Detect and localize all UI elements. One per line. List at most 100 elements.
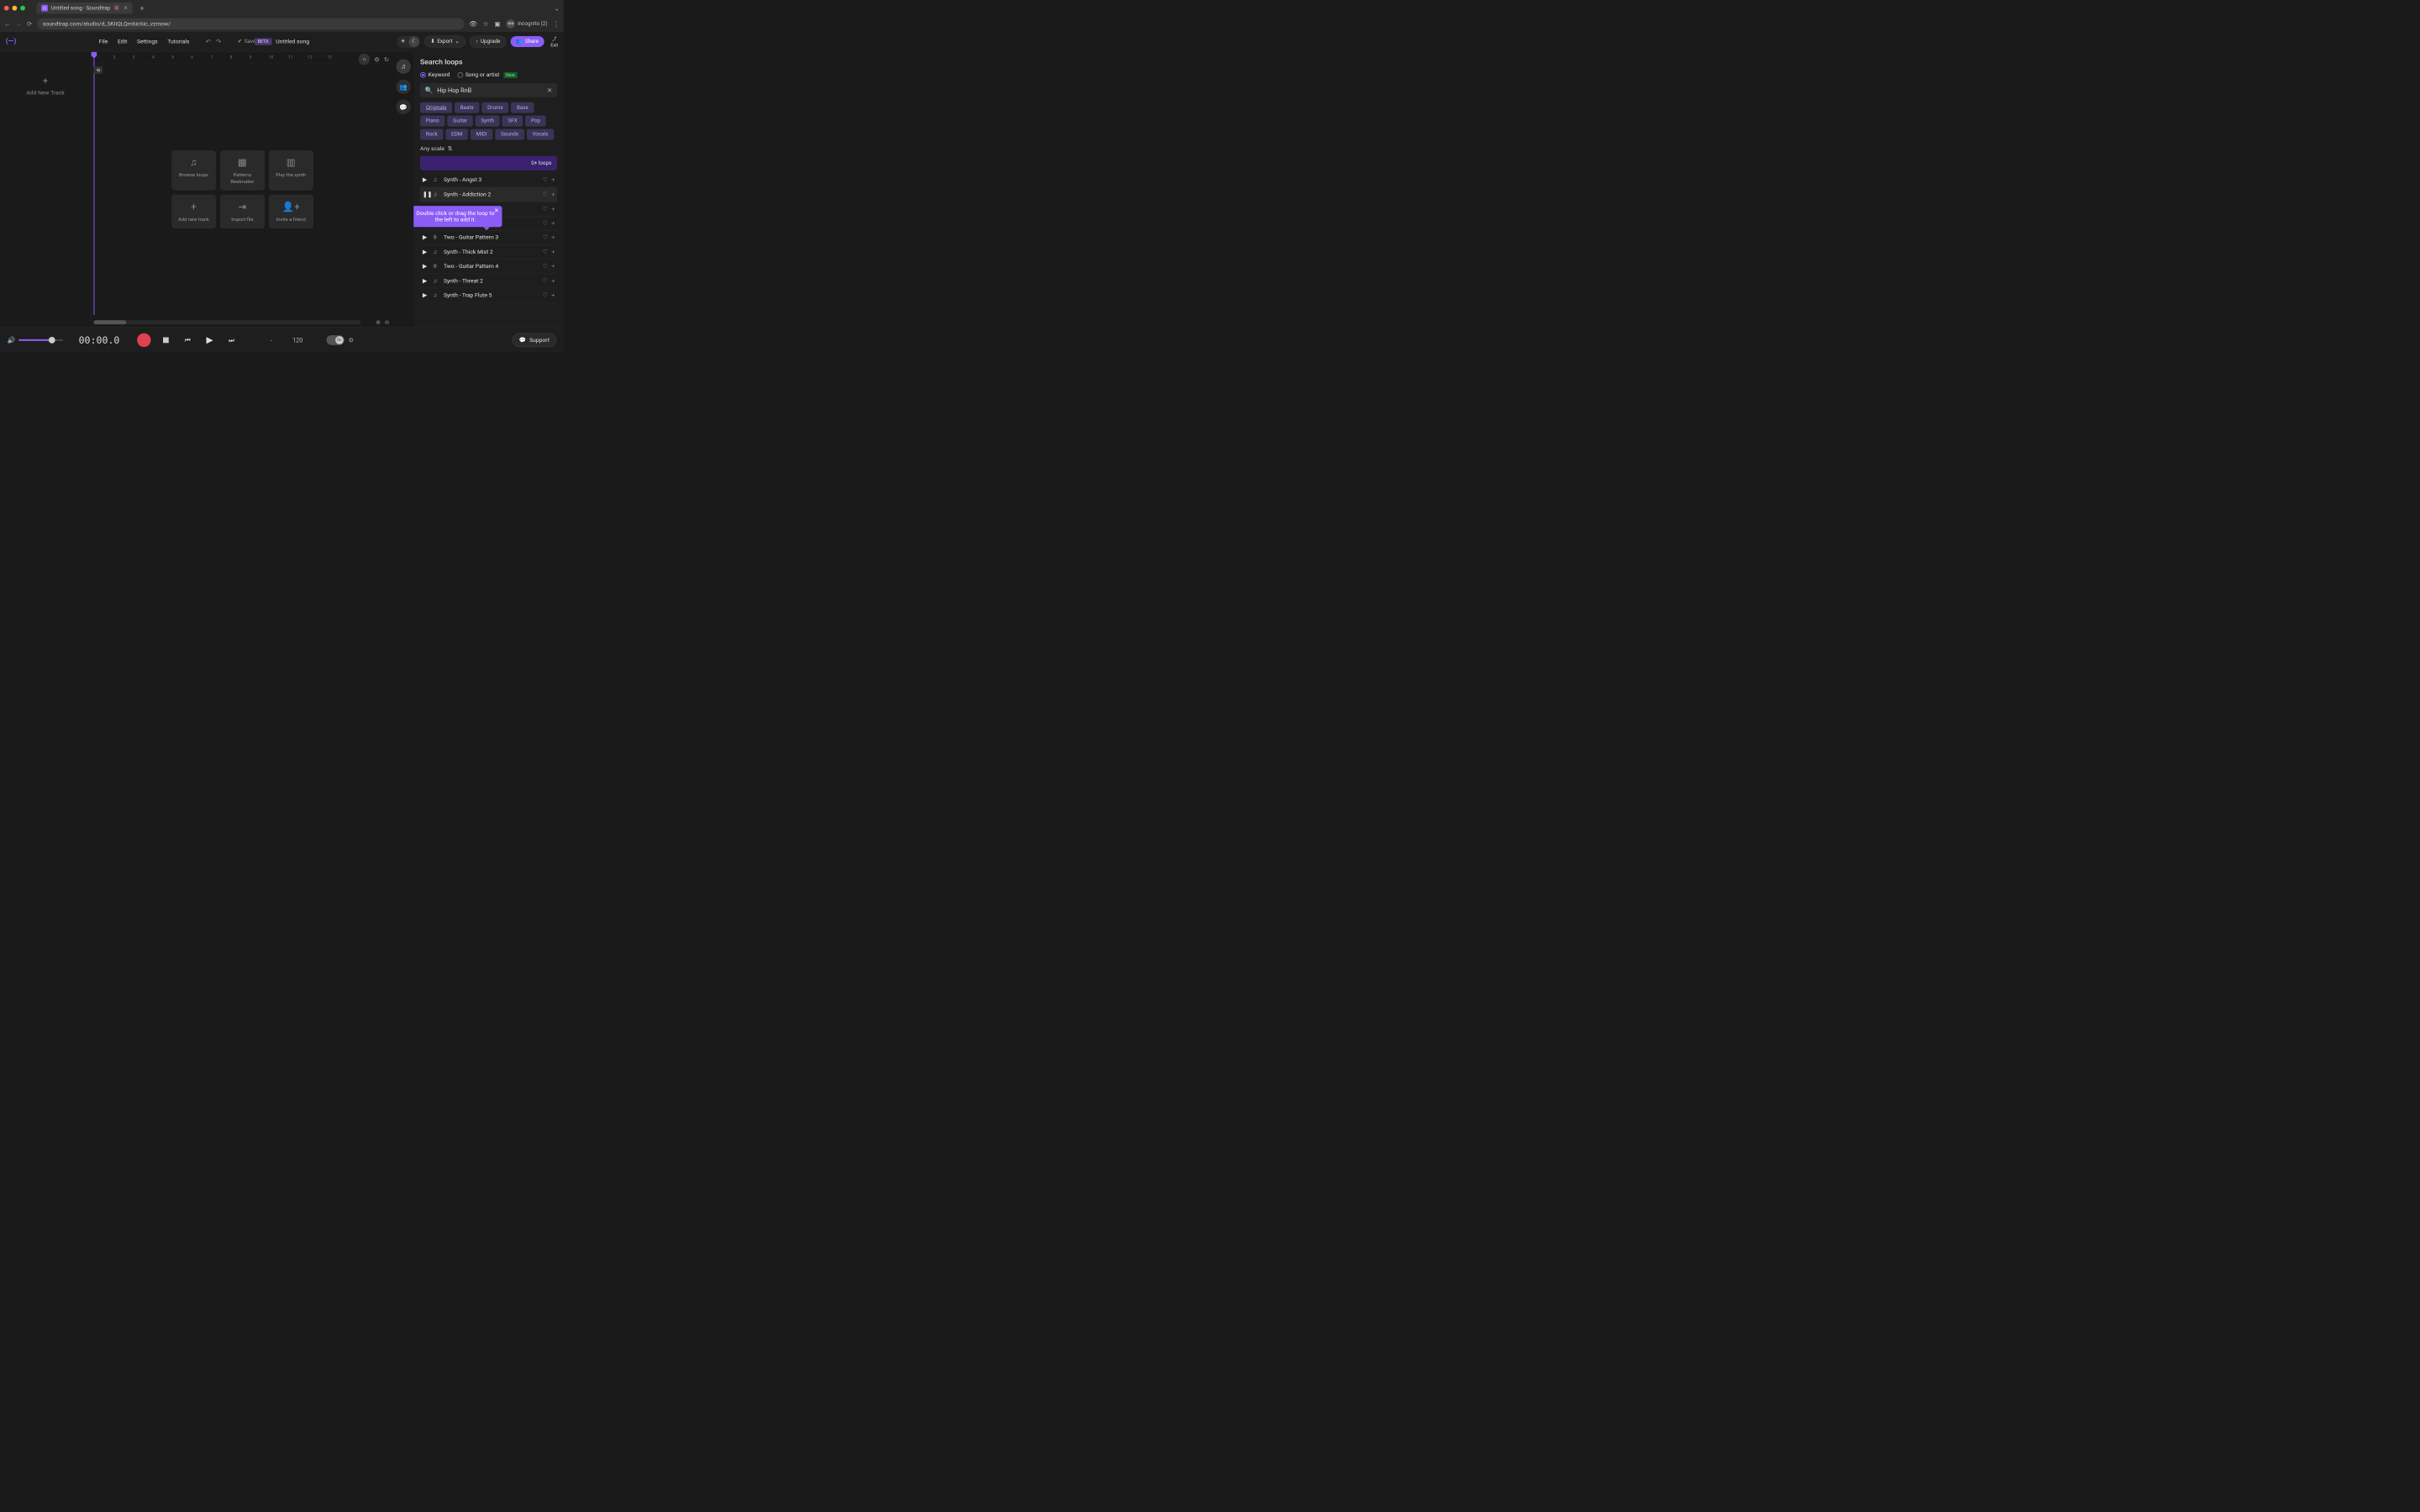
stop-button[interactable] [159,333,173,347]
favorite-icon[interactable]: ♡ [542,220,547,227]
add-loop-icon[interactable]: + [551,220,555,227]
tag-pop[interactable]: Pop [525,116,546,127]
volume-thumb[interactable] [49,337,55,344]
play-button[interactable]: ▶ [203,333,217,347]
tag-originals[interactable]: Originals [420,102,452,113]
loop-row[interactable]: ▶ ♫ Synth - Threat 2 ♡ + [420,274,557,288]
tag-rock[interactable]: Rock [420,129,443,139]
clear-search-button[interactable]: ✕ [547,87,552,94]
favorite-icon[interactable]: ♡ [542,263,547,270]
play-loop-button[interactable]: ▶ [423,234,429,241]
play-loop-button[interactable]: ▶ [423,277,429,284]
address-bar[interactable]: soundtrap.com/studio/d_5KIiQLQm6ic6ic_vz… [37,18,464,29]
keyword-radio[interactable]: Keyword [420,71,450,78]
card-import-file[interactable]: ⇥Import file [220,195,265,228]
key-display[interactable]: - [271,336,272,344]
export-button[interactable]: ⬇ Export ⌄ [424,35,466,47]
zoom-in-button[interactable]: ⊕ [376,319,381,326]
menu-edit[interactable]: Edit [118,39,127,45]
add-loop-icon[interactable]: + [551,234,555,241]
rewind-button[interactable]: ⏮ [181,333,195,347]
loop-row[interactable]: ▶ ♫ Synth - Trap Flute 5 ♡ + [420,288,557,302]
favorite-icon[interactable]: ♡ [542,206,547,213]
favorite-icon[interactable]: ♡ [542,192,547,198]
add-loop-icon[interactable]: + [551,249,555,255]
search-loops-input-wrapper[interactable]: 🔍 ✕ [420,83,557,97]
timeline-ruler[interactable]: 2345678910111213 [92,55,394,62]
pause-loop-button[interactable]: ❚❚ [423,192,429,198]
bookmark-icon[interactable]: ☆ [483,20,489,28]
tag-beats[interactable]: Beats [455,102,479,113]
redo-button[interactable]: ↷ [216,38,221,45]
tag-sounds[interactable]: Sounds [495,129,524,139]
history-icon[interactable]: ↻ [384,55,389,63]
upgrade-button[interactable]: ↑ Upgrade [470,35,507,47]
close-tooltip-button[interactable]: ✕ [494,207,499,214]
scale-select[interactable]: Any scale ⇅ [420,145,557,152]
collaborators-tab-button[interactable]: 👥 [397,80,411,94]
favorite-icon[interactable]: ♡ [542,277,547,284]
loop-row[interactable]: ▶ ⊪ Two - Guitar Pattern 3 ♡ + [420,231,557,245]
undo-button[interactable]: ↶ [206,38,211,45]
scrollbar-thumb[interactable] [93,320,126,324]
add-loop-icon[interactable]: + [551,176,555,183]
close-window[interactable] [4,6,9,11]
minimize-window[interactable] [12,6,17,11]
add-loop-icon[interactable]: + [551,263,555,270]
tag-drums[interactable]: Drums [481,102,508,113]
favorite-icon[interactable]: ♡ [542,234,547,241]
menu-tutorials[interactable]: Tutorials [167,39,189,45]
fast-forward-button[interactable]: ⏭ [224,333,239,347]
loops-tab-button[interactable]: ♫ [397,59,411,73]
dark-theme-icon[interactable]: ☾ [409,36,420,47]
timeline-scrollbar[interactable] [93,320,360,324]
new-tab-button[interactable]: + [140,4,145,13]
mute-icon[interactable]: 🔇 [113,5,120,11]
light-theme-icon[interactable]: ☀ [397,36,408,47]
maximize-window[interactable] [20,6,25,11]
tag-piano[interactable]: Piano [420,116,445,127]
app-logo[interactable]: (—) [6,37,18,47]
gear-icon[interactable]: ⚙ [348,336,354,344]
zoom-out-button[interactable]: ⊖ [385,319,390,326]
timecode[interactable]: 00:00.0 [79,334,120,346]
favorite-icon[interactable]: ♡ [542,249,547,255]
song-artist-radio[interactable]: Song or artist New [457,71,517,78]
card-invite-a-friend[interactable]: 👤+Invite a friend [269,195,313,228]
tag-sfx[interactable]: SFX [502,116,523,127]
menu-icon[interactable]: ⋮ [553,20,560,28]
card-play-the-synth[interactable]: ▥Play the synth [269,150,313,191]
volume-icon[interactable]: 🔊 [8,336,16,344]
window-controls[interactable] [4,6,25,11]
tempo-display[interactable]: 120 [292,336,302,344]
add-loop-icon[interactable]: + [551,292,555,299]
incognito-badge[interactable]: 🕶 Incognito (2) [506,19,547,29]
loop-region-toggle[interactable]: ⟲ [93,66,103,74]
record-button[interactable] [137,333,151,347]
card-patterns-beatmaker[interactable]: ▦Patterns Beatmaker [220,150,265,191]
browser-tab[interactable]: (-) Untitled song - Soundtrap 🔇 ✕ [36,3,132,14]
theme-toggle[interactable]: ☀ ☾ [397,35,420,47]
loop-row[interactable]: ❚❚ ♫ Synth - Addiction 2 ♡ + [420,187,557,202]
tag-synth[interactable]: Synth [476,116,500,127]
volume-slider[interactable] [18,339,63,341]
play-loop-button[interactable]: ▶ [423,249,429,255]
reload-button[interactable]: ⟳ [27,20,32,28]
support-button[interactable]: 💬 Support [513,333,557,346]
settings-icon[interactable]: ⚙ [374,55,380,63]
metronome-toggle[interactable]: On [326,335,344,345]
song-title[interactable]: Untitled song [276,39,309,45]
play-loop-button[interactable]: ▶ [423,292,429,299]
menu-settings[interactable]: Settings [137,39,158,45]
share-button[interactable]: 👥 Share [510,36,544,47]
chevron-down-icon[interactable]: ⌄ [555,4,560,12]
tag-vocals[interactable]: Vocals [527,129,554,139]
add-new-track-button[interactable]: + Add New Track [26,76,64,97]
favorite-icon[interactable]: ♡ [542,176,547,183]
add-loop-icon[interactable]: + [551,192,555,198]
chat-tab-button[interactable]: 💬 [397,100,411,114]
play-loop-button[interactable]: ▶ [423,176,429,183]
add-loop-icon[interactable]: + [551,277,555,284]
card-browse-loops[interactable]: ♫Browse loops [171,150,216,191]
search-loops-input[interactable] [437,87,543,94]
